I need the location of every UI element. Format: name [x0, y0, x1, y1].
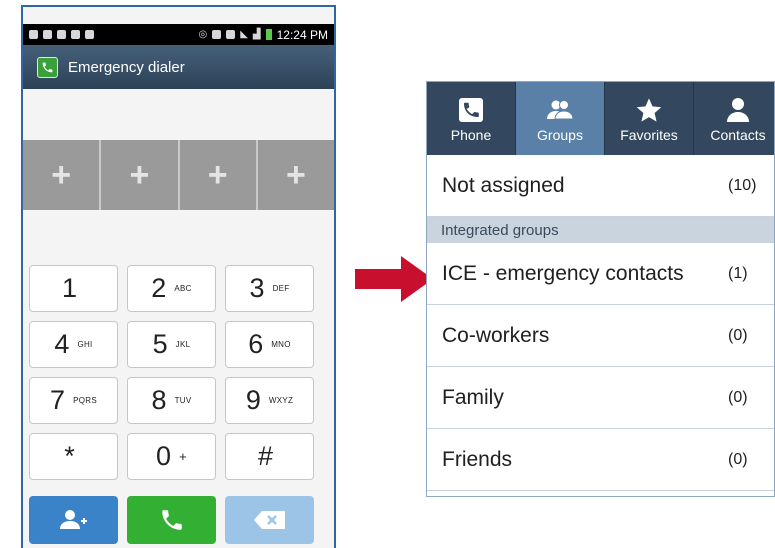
notification-icon	[71, 30, 80, 39]
plus-icon: +	[129, 155, 150, 194]
key-digit: 3	[249, 273, 265, 303]
group-name: Family	[442, 385, 504, 409]
group-row-not-assigned[interactable]: Not assigned (10)	[427, 155, 774, 217]
signal-icon: ▟	[252, 29, 261, 40]
plus-icon: +	[207, 155, 228, 194]
phone-app-icon	[37, 56, 58, 78]
notification-icons	[29, 30, 94, 39]
tab-contacts[interactable]: Contacts	[694, 82, 774, 155]
group-row-co-workers[interactable]: Co-workers (0)	[427, 305, 774, 367]
nfc-icon: ◎	[198, 29, 208, 40]
key-digit: 4	[54, 329, 70, 359]
key-0[interactable]: 0 +	[127, 433, 216, 480]
key-letters: +	[179, 449, 187, 464]
key-letters: MNO	[271, 340, 291, 349]
key-9[interactable]: 9 WXYZ	[225, 377, 314, 424]
group-count: (0)	[728, 326, 748, 344]
key-7[interactable]: 7 PQRS	[29, 377, 118, 424]
star-icon	[636, 97, 662, 122]
pointer-arrow	[355, 256, 433, 302]
key-1[interactable]: 1	[29, 265, 118, 312]
key-8[interactable]: 8 TUV	[127, 377, 216, 424]
contacts-groups-screen: Phone Groups Favorites Contacts Not assi…	[426, 81, 775, 497]
person-icon	[727, 97, 749, 122]
nfc-n-icon	[212, 30, 222, 39]
key-letters: GHI	[77, 340, 93, 349]
notification-icon	[85, 30, 94, 39]
delete-button[interactable]	[225, 496, 314, 544]
key-4[interactable]: 4 GHI	[29, 321, 118, 368]
group-name: Not assigned	[442, 173, 565, 197]
key-5[interactable]: 5 JKL	[127, 321, 216, 368]
tab-favorites[interactable]: Favorites	[605, 82, 694, 155]
key-letters: JKL	[175, 340, 191, 349]
dial-keypad: 1 2 ABC 3 DEF 4 GHI 5 JKL 6 MNO 7 PQRS 8 TUV 9W…	[29, 265, 316, 489]
key-2[interactable]: 2 ABC	[127, 265, 216, 312]
tab-groups[interactable]: Groups	[516, 82, 605, 155]
add-contact-slot-1[interactable]: +	[23, 140, 102, 210]
tab-label: Favorites	[620, 126, 678, 143]
notification-icon	[43, 30, 52, 39]
add-contact-slot-4[interactable]: +	[257, 140, 334, 210]
section-header: Integrated groups	[427, 217, 774, 243]
key-digit: 9	[245, 385, 261, 415]
key-letters: DEF	[272, 284, 290, 293]
key-6[interactable]: 6 MNO	[225, 321, 314, 368]
group-name: Friends	[442, 447, 513, 471]
tab-phone[interactable]: Phone	[427, 82, 516, 155]
app-title: Emergency dialer	[68, 58, 185, 76]
notification-icon	[29, 30, 38, 39]
group-count: (1)	[728, 264, 748, 282]
key-digit: 8	[151, 385, 167, 415]
key-star[interactable]: *	[29, 433, 118, 480]
add-contact-slot-2[interactable]: +	[101, 140, 180, 210]
tab-label: Phone	[450, 126, 492, 143]
key-digit: 1	[61, 273, 78, 303]
groups-icon	[547, 99, 574, 119]
group-count: (0)	[728, 388, 748, 406]
group-count: (0)	[728, 450, 748, 468]
tab-label: Groups	[537, 126, 583, 143]
key-digit: 0	[156, 441, 172, 471]
plus-icon: +	[285, 155, 306, 194]
key-digit: *	[64, 441, 75, 471]
app-title-bar: Emergency dialer	[23, 45, 334, 89]
group-count: (10)	[728, 176, 757, 194]
group-row-ice[interactable]: ICE - emergency contacts (1)	[427, 243, 774, 305]
key-digit: 2	[151, 273, 167, 303]
tab-label: Contacts	[710, 126, 766, 143]
battery-icon	[265, 29, 272, 40]
backspace-icon	[253, 511, 285, 529]
wifi-icon: ◣	[240, 29, 248, 40]
key-hash[interactable]: #	[225, 433, 314, 480]
alarm-icon	[226, 30, 236, 39]
emergency-dialer-screen: ◎ ◣ ▟ 12:24 PM Emergency dialer + + + + …	[21, 5, 336, 548]
key-letters: WXYZ	[268, 396, 294, 405]
contacts-button[interactable]	[29, 496, 118, 544]
key-letters: TUV	[174, 396, 192, 405]
add-contact-icon	[59, 510, 87, 529]
call-button[interactable]	[127, 496, 216, 544]
mail-icon	[57, 30, 66, 39]
group-name: Co-workers	[442, 323, 550, 347]
phone-icon	[459, 97, 483, 122]
key-letters: ABC	[174, 284, 192, 293]
key-3[interactable]: 3 DEF	[225, 265, 314, 312]
contacts-tab-bar: Phone Groups Favorites Contacts	[427, 82, 774, 155]
dialer-actions	[29, 496, 316, 544]
phone-icon	[161, 510, 182, 530]
group-name: ICE - emergency contacts	[442, 261, 684, 285]
status-bar: ◎ ◣ ▟ 12:24 PM	[23, 24, 334, 45]
emergency-contact-slots: + + + +	[23, 140, 334, 210]
group-row-friends[interactable]: Friends (0)	[427, 429, 774, 491]
status-time: 12:24 PM	[276, 27, 328, 42]
key-digit: 5	[152, 329, 168, 359]
key-digit: 7	[50, 385, 66, 415]
add-contact-slot-3[interactable]: +	[179, 140, 258, 210]
key-digit: 6	[248, 329, 264, 359]
plus-icon: +	[51, 155, 72, 194]
group-row-family[interactable]: Family (0)	[427, 367, 774, 429]
key-letters: PQRS	[73, 396, 97, 405]
key-digit: #	[257, 441, 274, 471]
